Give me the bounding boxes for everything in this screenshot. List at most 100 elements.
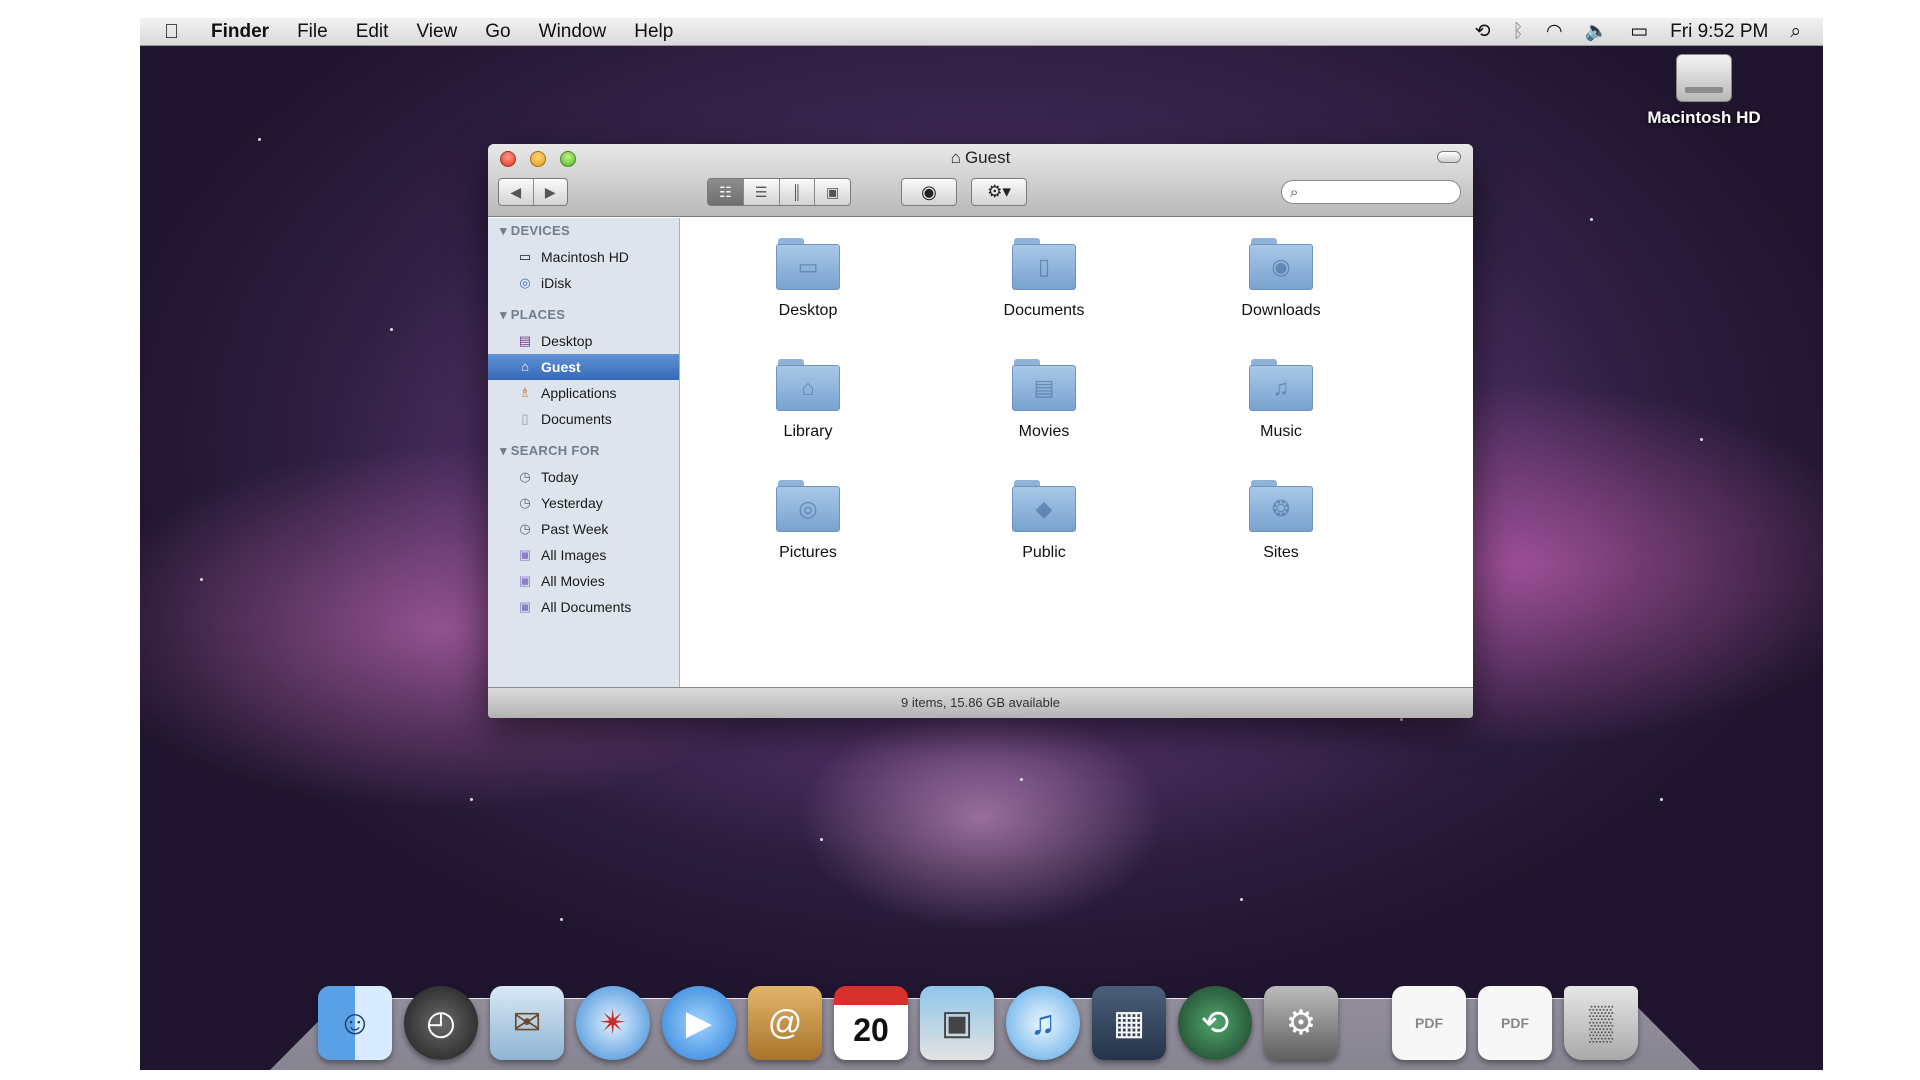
dock-spaces-icon[interactable]: ▦ — [1092, 986, 1166, 1060]
dock-finder-icon[interactable]: ☺ — [318, 986, 392, 1060]
folder-label: Library — [783, 423, 833, 440]
quick-look-button[interactable]: ◉ — [902, 179, 956, 205]
window-title: ⌂ Guest — [488, 148, 1473, 168]
sidebar-item-label: Guest — [541, 359, 581, 375]
dock: ☺ ◴ ✉ ✴ ▶ @ 20 ▣ ♫ ▦ ⟲ ⚙ PDF PDF ▒ — [318, 960, 1650, 1060]
applications-icon: ♗ — [519, 385, 531, 400]
menu-help[interactable]: Help — [620, 18, 687, 46]
dock-pdf-document-icon[interactable]: PDF — [1392, 986, 1466, 1060]
dock-address-book-icon[interactable]: @ — [748, 986, 822, 1060]
folder-pictures[interactable]: ◎ Pictures — [718, 480, 898, 562]
sidebar-item-all-documents[interactable]: ▣ All Documents — [488, 594, 679, 620]
menu-window[interactable]: Window — [525, 18, 621, 46]
dock-trash-icon[interactable]: ▒ — [1564, 986, 1638, 1060]
dock-mail-icon[interactable]: ✉ — [490, 986, 564, 1060]
sidebar-item-idisk[interactable]: ◎ iDisk — [488, 270, 679, 296]
folder-label: Sites — [1263, 544, 1299, 561]
folder-music[interactable]: ♫ Music — [1191, 359, 1371, 441]
sidebar-item-all-images[interactable]: ▣ All Images — [488, 542, 679, 568]
star — [1400, 718, 1403, 721]
dock-ical-icon[interactable]: 20 — [834, 986, 908, 1060]
battery-icon[interactable]: ▭ — [1630, 18, 1648, 46]
folder-movies[interactable]: ▤ Movies — [954, 359, 1134, 441]
back-button[interactable]: ◀ — [499, 179, 534, 205]
volume-icon[interactable]: 🔈 — [1585, 18, 1609, 46]
document-icon: ▯ — [521, 411, 529, 426]
time-machine-icon[interactable]: ⟲ — [1475, 18, 1491, 46]
sidebar-item-past-week[interactable]: ◷ Past Week — [488, 516, 679, 542]
sidebar-heading-search-for[interactable]: ▾ SEARCH FOR — [488, 438, 679, 464]
folder-documents[interactable]: ▯ Documents — [954, 238, 1134, 320]
sidebar-item-desktop[interactable]: ▤ Desktop — [488, 328, 679, 354]
home-icon: ⌂ — [521, 359, 529, 374]
menu-bar:  Finder File Edit View Go Window Help ⟲… — [140, 18, 1823, 46]
folder-sites[interactable]: ❂ Sites — [1191, 480, 1371, 562]
sidebar-item-applications[interactable]: ♗ Applications — [488, 380, 679, 406]
search-input[interactable] — [1304, 184, 1445, 200]
search-field[interactable]: ⌕ — [1281, 180, 1461, 204]
folder-label: Downloads — [1241, 302, 1321, 319]
dock-ichat-icon[interactable]: ▶ — [662, 986, 736, 1060]
dock-itunes-icon[interactable]: ♫ — [1006, 986, 1080, 1060]
spotlight-icon[interactable]: ⌕ — [1790, 18, 1801, 46]
bluetooth-icon[interactable]: ᛒ — [1513, 18, 1524, 46]
clock-icon: ◷ — [519, 521, 531, 536]
apple-menu-icon[interactable]:  — [140, 18, 197, 46]
sidebar-item-yesterday[interactable]: ◷ Yesterday — [488, 490, 679, 516]
wifi-icon[interactable]: ◠ — [1546, 18, 1563, 46]
menu-view[interactable]: View — [402, 18, 471, 46]
folder-public[interactable]: ◆ Public — [954, 480, 1134, 562]
hd-label: Macintosh HD — [1647, 108, 1761, 127]
cover-flow-button[interactable]: ▣ — [815, 179, 850, 205]
folder-library[interactable]: ⌂ Library — [718, 359, 898, 441]
menu-edit[interactable]: Edit — [342, 18, 403, 46]
star — [1660, 798, 1663, 801]
action-menu-button[interactable]: ⚙▾ — [972, 179, 1026, 205]
sidebar: ▾ DEVICES ▭ Macintosh HD ◎ iDisk ▾ PLACES … — [488, 218, 680, 687]
sidebar-item-guest[interactable]: ⌂ Guest — [488, 354, 679, 380]
folder-icon: ▯ — [1012, 238, 1076, 290]
sidebar-heading-places[interactable]: ▾ PLACES — [488, 302, 679, 328]
sidebar-item-today[interactable]: ◷ Today — [488, 464, 679, 490]
sidebar-item-macintosh-hd[interactable]: ▭ Macintosh HD — [488, 244, 679, 270]
toolbar-toggle-button[interactable] — [1437, 151, 1461, 163]
menu-go[interactable]: Go — [471, 18, 524, 46]
folder-icon: ♫ — [1249, 359, 1313, 411]
home-icon: ⌂ — [950, 148, 961, 167]
dock-time-machine-icon[interactable]: ⟲ — [1178, 986, 1252, 1060]
column-view-button[interactable]: ║ — [780, 179, 816, 205]
dock-pdf-document-icon[interactable]: PDF — [1478, 986, 1552, 1060]
icon-view-button[interactable]: ☷ — [708, 179, 744, 205]
list-view-button[interactable]: ☰ — [744, 179, 780, 205]
column-view-icon: ║ — [791, 184, 802, 200]
sidebar-item-documents[interactable]: ▯ Documents — [488, 406, 679, 432]
status-menus: ⟲ ᛒ ◠ 🔈 ▭ Fri 9:52 PM ⌕ — [1475, 18, 1823, 46]
menu-finder[interactable]: Finder — [197, 18, 283, 46]
dock-safari-icon[interactable]: ✴ — [576, 986, 650, 1060]
icon-view-icon: ☷ — [719, 183, 732, 200]
dock-iphoto-icon[interactable]: ▣ — [920, 986, 994, 1060]
sidebar-heading-devices[interactable]: ▾ DEVICES — [488, 218, 679, 244]
menu-file[interactable]: File — [283, 18, 342, 46]
sidebar-item-all-movies[interactable]: ▣ All Movies — [488, 568, 679, 594]
window-title-text: Guest — [964, 148, 1011, 167]
star — [1590, 218, 1593, 221]
action-group: ⚙▾ — [971, 178, 1027, 206]
folder-icon: ◎ — [776, 480, 840, 532]
devices-heading-label: DEVICES — [510, 223, 570, 238]
folder-icon: ◆ — [1012, 480, 1076, 532]
star — [820, 838, 823, 841]
desktop-screen:  Finder File Edit View Go Window Help ⟲… — [140, 18, 1823, 1070]
folder-icon: ▭ — [776, 238, 840, 290]
folder-label: Movies — [1018, 423, 1070, 440]
folder-downloads[interactable]: ◉ Downloads — [1191, 238, 1371, 320]
dock-system-preferences-icon[interactable]: ⚙ — [1264, 986, 1338, 1060]
folder-label: Music — [1260, 423, 1302, 440]
forward-button[interactable]: ▶ — [534, 179, 568, 205]
dock-dashboard-icon[interactable]: ◴ — [404, 986, 478, 1060]
title-bar[interactable]: ⌂ Guest ◀ ▶ ☷ ☰ ║ ▣ ◉ ⚙▾ ⌕ — [488, 144, 1473, 217]
back-arrow-icon: ◀ — [510, 183, 522, 200]
folder-desktop[interactable]: ▭ Desktop — [718, 238, 898, 320]
menu-clock[interactable]: Fri 9:52 PM — [1670, 18, 1768, 46]
desktop-hd-icon[interactable]: Macintosh HD — [1634, 54, 1774, 128]
